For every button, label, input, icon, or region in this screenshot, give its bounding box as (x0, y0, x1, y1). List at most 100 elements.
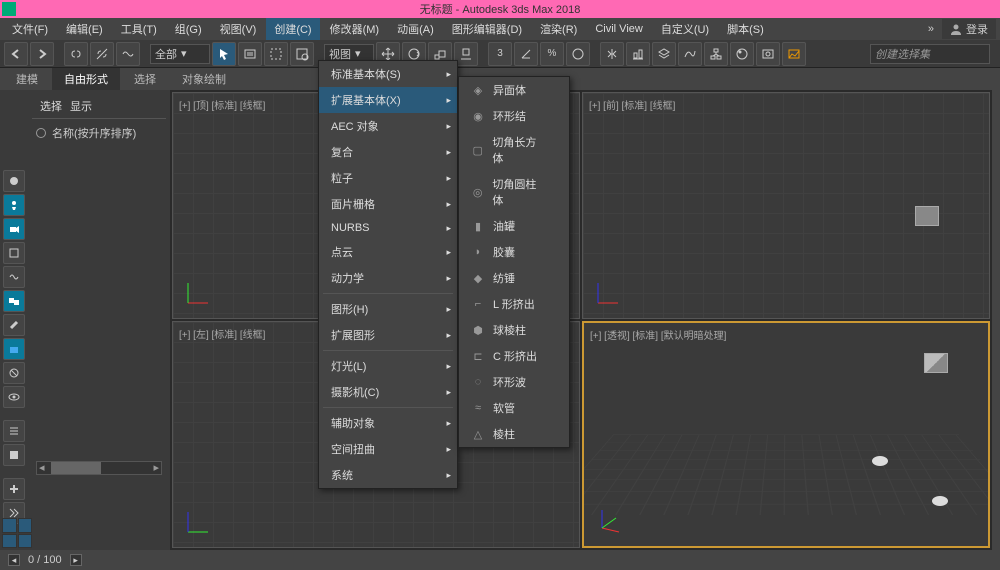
viewport-perspective[interactable]: [+] [透视] [标准] [默认明暗处理] (582, 321, 990, 548)
tab-modeling[interactable]: 建模 (4, 68, 50, 90)
mirror-button[interactable] (600, 42, 624, 66)
redo-button[interactable] (30, 42, 54, 66)
scene-object[interactable] (924, 353, 948, 373)
render-button[interactable] (782, 42, 806, 66)
command-panel-collapsed[interactable] (992, 90, 1000, 550)
menu-civilview[interactable]: Civil View (587, 20, 650, 38)
sphere-filter-button[interactable] (3, 170, 25, 192)
tab-freeform[interactable]: 自由形式 (52, 68, 120, 90)
select-name-button[interactable] (238, 42, 262, 66)
user-login[interactable]: 登录 (942, 19, 996, 39)
panel-tab-select[interactable]: 选择 (40, 98, 62, 114)
menu-cameras[interactable]: 摄影机(C)▸ (319, 379, 457, 405)
spinner-snap-button[interactable] (566, 42, 590, 66)
menu-create[interactable]: 创建(C) (266, 18, 319, 40)
menu-shapes[interactable]: 图形(H)▸ (319, 296, 457, 322)
render-setup-button[interactable] (756, 42, 780, 66)
link-button[interactable] (64, 42, 88, 66)
list-button[interactable] (3, 420, 25, 442)
viewport-front-label[interactable]: [+] [前] [标准] [线框] (589, 97, 675, 112)
menu-chamfer-box[interactable]: ▢切角长方体 (459, 129, 569, 171)
menu-particles[interactable]: 粒子▸ (319, 165, 457, 191)
menu-view[interactable]: 视图(V) (212, 18, 265, 40)
menu-hose[interactable]: ≈软管 (459, 395, 569, 421)
menu-oiltank[interactable]: ▮油罐 (459, 213, 569, 239)
menu-patch-grids[interactable]: 面片栅格▸ (319, 191, 457, 217)
viewport-top-label[interactable]: [+] [顶] [标准] [线框] (179, 97, 265, 112)
menu-spacewarps[interactable]: 空间扭曲▸ (319, 436, 457, 462)
menu-scripting[interactable]: 脚本(S) (719, 18, 772, 40)
next-frame-button[interactable]: ▸ (70, 554, 82, 566)
sort-header[interactable]: 名称(按升序排序) (32, 119, 166, 147)
menu-l-ext[interactable]: ⌐L 形挤出 (459, 291, 569, 317)
viewport-persp-label[interactable]: [+] [透视] [标准] [默认明暗处理] (590, 327, 726, 342)
viewport-front[interactable]: [+] [前] [标准] [线框] (582, 92, 990, 319)
menu-gengon[interactable]: ⬢球棱柱 (459, 317, 569, 343)
menu-edit[interactable]: 编辑(E) (58, 18, 111, 40)
unlink-button[interactable] (90, 42, 114, 66)
menu-pointcloud[interactable]: 点云▸ (319, 239, 457, 265)
menu-tools[interactable]: 工具(T) (113, 18, 165, 40)
menu-ext-shapes[interactable]: 扩展图形▸ (319, 322, 457, 348)
percent-snap-button[interactable]: % (540, 42, 564, 66)
menu-grapheditors[interactable]: 图形编辑器(D) (444, 18, 530, 40)
menu-torus-knot[interactable]: ◉环形结 (459, 103, 569, 129)
menu-dynamics[interactable]: 动力学▸ (319, 265, 457, 291)
select-region-button[interactable] (264, 42, 288, 66)
scene-object[interactable] (915, 206, 939, 226)
workspace-chevron-icon[interactable]: » (922, 23, 940, 35)
layer-button[interactable] (652, 42, 676, 66)
tab-selection[interactable]: 选择 (122, 68, 168, 90)
bind-spacewarp-button[interactable] (116, 42, 140, 66)
window-crossing-button[interactable] (290, 42, 314, 66)
list2-button[interactable] (3, 444, 25, 466)
viewport-layout-button[interactable] (2, 518, 32, 548)
prev-frame-button[interactable]: ◂ (8, 554, 20, 566)
angle-snap-button[interactable] (514, 42, 538, 66)
group-filter-button[interactable] (3, 290, 25, 312)
menu-hedra[interactable]: ◈异面体 (459, 77, 569, 103)
menu-group[interactable]: 组(G) (167, 18, 210, 40)
menu-customize[interactable]: 自定义(U) (653, 18, 717, 40)
menu-ringwave[interactable]: ◌环形波 (459, 369, 569, 395)
scrollbar-thumb[interactable] (51, 462, 101, 474)
align-button[interactable] (626, 42, 650, 66)
hidden-filter-button[interactable] (3, 386, 25, 408)
scene-object[interactable] (932, 496, 948, 506)
light-filter-button[interactable] (3, 194, 25, 216)
horizontal-scrollbar[interactable]: ◂ ▸ (36, 461, 162, 475)
frozen-filter-button[interactable] (3, 362, 25, 384)
bone-filter-button[interactable] (3, 314, 25, 336)
helper-filter-button[interactable] (3, 242, 25, 264)
selection-set-dropdown[interactable]: 创建选择集 (870, 44, 990, 64)
menu-chamfer-cyl[interactable]: ◎切角圆柱体 (459, 171, 569, 213)
undo-button[interactable] (4, 42, 28, 66)
menu-nurbs[interactable]: NURBS▸ (319, 217, 457, 239)
tab-objectpaint[interactable]: 对象绘制 (170, 68, 238, 90)
camera-filter-button[interactable] (3, 218, 25, 240)
menu-standard-primitives[interactable]: 标准基本体(S)▸ (319, 61, 457, 87)
add-button[interactable] (3, 478, 25, 500)
select-object-button[interactable] (212, 42, 236, 66)
container-filter-button[interactable] (3, 338, 25, 360)
menu-animation[interactable]: 动画(A) (389, 18, 442, 40)
spacewarp-filter-button[interactable] (3, 266, 25, 288)
panel-tab-display[interactable]: 显示 (70, 98, 92, 114)
menu-lights[interactable]: 灯光(L)▸ (319, 353, 457, 379)
snap-toggle-button[interactable]: 3 (488, 42, 512, 66)
curve-editor-button[interactable] (678, 42, 702, 66)
scroll-right-icon[interactable]: ▸ (153, 461, 159, 474)
scene-object[interactable] (872, 456, 888, 466)
menu-spindle[interactable]: ◆纺锤 (459, 265, 569, 291)
menu-aec-objects[interactable]: AEC 对象▸ (319, 113, 457, 139)
menu-extended-primitives[interactable]: 扩展基本体(X)▸ (319, 87, 457, 113)
menu-prism[interactable]: △棱柱 (459, 421, 569, 447)
material-editor-button[interactable] (730, 42, 754, 66)
menu-modifiers[interactable]: 修改器(M) (322, 18, 388, 40)
viewport-left-label[interactable]: [+] [左] [标准] [线框] (179, 326, 265, 341)
menu-file[interactable]: 文件(F) (4, 18, 56, 40)
menu-c-ext[interactable]: ⊏C 形挤出 (459, 343, 569, 369)
selection-filter-dropdown[interactable]: 全部▾ (150, 44, 210, 64)
menu-helpers[interactable]: 辅助对象▸ (319, 410, 457, 436)
menu-compound[interactable]: 复合▸ (319, 139, 457, 165)
